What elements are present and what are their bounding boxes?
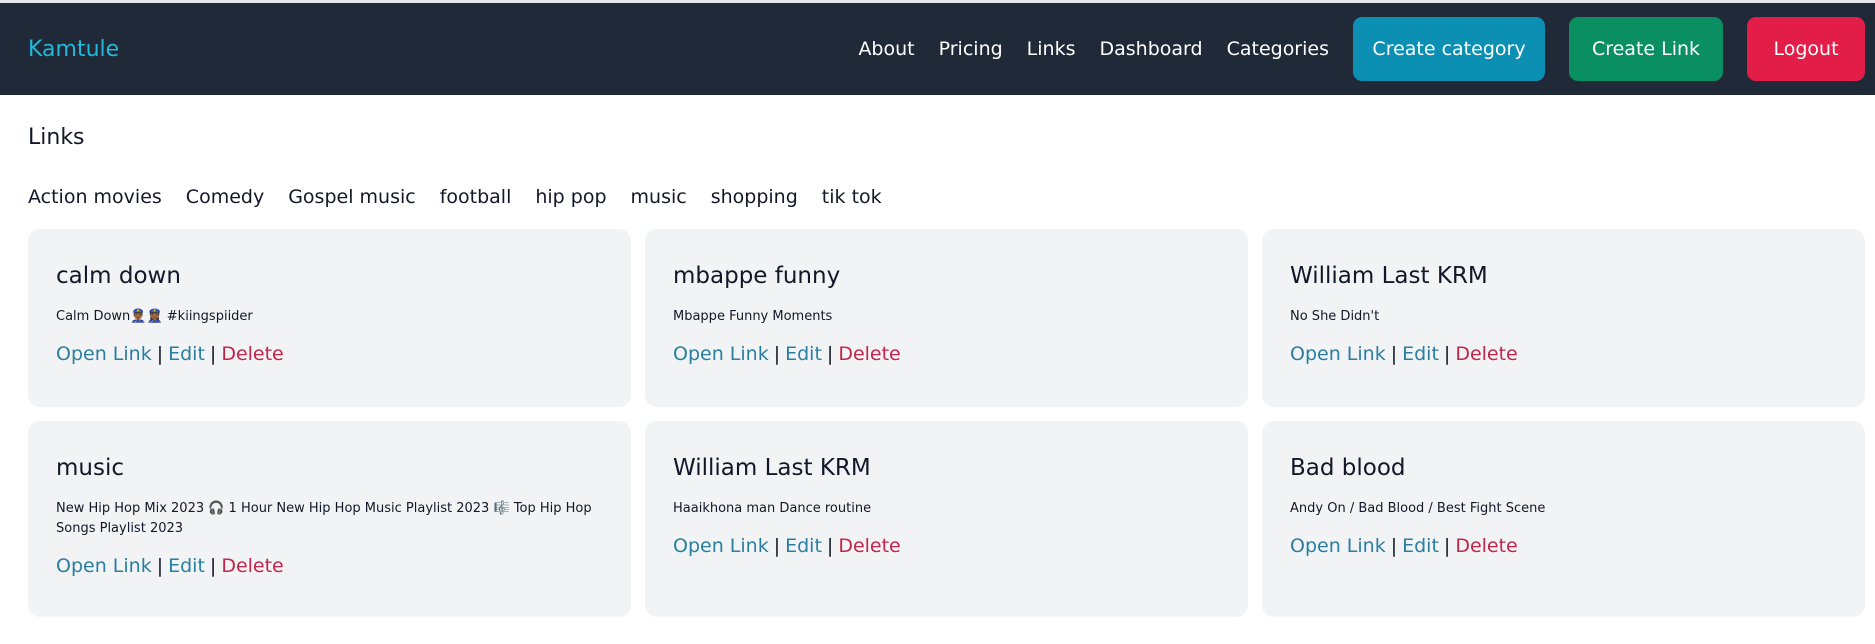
card-actions: Open Link | Edit | Delete (673, 535, 1220, 557)
edit-button[interactable]: Edit (168, 555, 205, 577)
card-title: music (56, 455, 125, 481)
open-link-button[interactable]: Open Link (673, 535, 769, 557)
link-card: mbappe funny Mbappe Funny Moments Open L… (645, 229, 1248, 407)
separator: | (209, 555, 217, 577)
separator: | (773, 343, 781, 365)
separator: | (1390, 343, 1398, 365)
card-actions: Open Link | Edit | Delete (1290, 343, 1837, 365)
card-actions: Open Link | Edit | Delete (673, 343, 1220, 365)
nav-pricing[interactable]: Pricing (939, 38, 1003, 60)
edit-button[interactable]: Edit (1402, 535, 1439, 557)
card-title: William Last KRM (673, 455, 871, 481)
main-content: Links Action movies Comedy Gospel music … (0, 125, 1875, 617)
edit-button[interactable]: Edit (785, 343, 822, 365)
link-card: William Last KRM No She Didn't Open Link… (1262, 229, 1865, 407)
card-actions: Open Link | Edit | Delete (1290, 535, 1837, 557)
separator: | (156, 555, 164, 577)
category-comedy[interactable]: Comedy (186, 186, 264, 208)
link-card: William Last KRM Haaikhona man Dance rou… (645, 421, 1248, 617)
card-description: Calm Down👮🏾‍♂️👮🏾‍♀️ #kiingspiider (56, 309, 253, 324)
page-title: Links (28, 125, 85, 150)
card-description: Mbappe Funny Moments (673, 309, 833, 324)
card-description: New Hip Hop Mix 2023 🎧 1 Hour New Hip Ho… (56, 501, 592, 536)
separator: | (773, 535, 781, 557)
separator: | (826, 535, 834, 557)
edit-button[interactable]: Edit (785, 535, 822, 557)
card-actions: Open Link | Edit | Delete (56, 555, 603, 577)
card-title: Bad blood (1290, 455, 1406, 481)
link-card: Bad blood Andy On / Bad Blood / Best Fig… (1262, 421, 1865, 617)
link-card: calm down Calm Down👮🏾‍♂️👮🏾‍♀️ #kiingspii… (28, 229, 631, 407)
category-tik-tok[interactable]: tik tok (822, 186, 882, 208)
category-music[interactable]: music (631, 186, 687, 208)
delete-button[interactable]: Delete (838, 535, 900, 557)
category-shopping[interactable]: shopping (711, 186, 798, 208)
delete-button[interactable]: Delete (1455, 535, 1517, 557)
nav-categories[interactable]: Categories (1227, 38, 1329, 60)
delete-button[interactable]: Delete (838, 343, 900, 365)
create-category-button[interactable]: Create category (1353, 17, 1545, 81)
separator: | (1390, 535, 1398, 557)
link-cards-row: music New Hip Hop Mix 2023 🎧 1 Hour New … (28, 421, 1865, 617)
card-title: mbappe funny (673, 263, 841, 289)
logout-button[interactable]: Logout (1747, 17, 1865, 81)
link-card: music New Hip Hop Mix 2023 🎧 1 Hour New … (28, 421, 631, 617)
category-hip-pop[interactable]: hip pop (535, 186, 606, 208)
card-description: No She Didn't (1290, 309, 1380, 324)
delete-button[interactable]: Delete (221, 343, 283, 365)
card-description: Andy On / Bad Blood / Best Fight Scene (1290, 501, 1546, 516)
create-link-button[interactable]: Create Link (1569, 17, 1723, 81)
delete-button[interactable]: Delete (221, 555, 283, 577)
open-link-button[interactable]: Open Link (56, 555, 152, 577)
brand-logo[interactable]: Kamtule (28, 37, 119, 62)
edit-button[interactable]: Edit (1402, 343, 1439, 365)
navbar: Kamtule About Pricing Links Dashboard Ca… (0, 3, 1875, 95)
separator: | (209, 343, 217, 365)
card-title: calm down (56, 263, 181, 289)
edit-button[interactable]: Edit (168, 343, 205, 365)
separator: | (156, 343, 164, 365)
open-link-button[interactable]: Open Link (56, 343, 152, 365)
open-link-button[interactable]: Open Link (1290, 343, 1386, 365)
card-title: William Last KRM (1290, 263, 1488, 289)
open-link-button[interactable]: Open Link (1290, 535, 1386, 557)
category-action-movies[interactable]: Action movies (28, 186, 162, 208)
card-actions: Open Link | Edit | Delete (56, 343, 603, 365)
nav-dashboard[interactable]: Dashboard (1099, 38, 1202, 60)
card-description: Haaikhona man Dance routine (673, 501, 872, 516)
separator: | (1443, 343, 1451, 365)
category-gospel-music[interactable]: Gospel music (288, 186, 416, 208)
open-link-button[interactable]: Open Link (673, 343, 769, 365)
separator: | (826, 343, 834, 365)
category-football[interactable]: football (440, 186, 512, 208)
category-filter-list: Action movies Comedy Gospel music footba… (28, 181, 1847, 213)
separator: | (1443, 535, 1451, 557)
nav-menu: About Pricing Links Dashboard Categories… (858, 17, 1865, 81)
nav-about[interactable]: About (858, 38, 914, 60)
link-cards-row: calm down Calm Down👮🏾‍♂️👮🏾‍♀️ #kiingspii… (28, 229, 1865, 407)
delete-button[interactable]: Delete (1455, 343, 1517, 365)
nav-links[interactable]: Links (1027, 38, 1076, 60)
